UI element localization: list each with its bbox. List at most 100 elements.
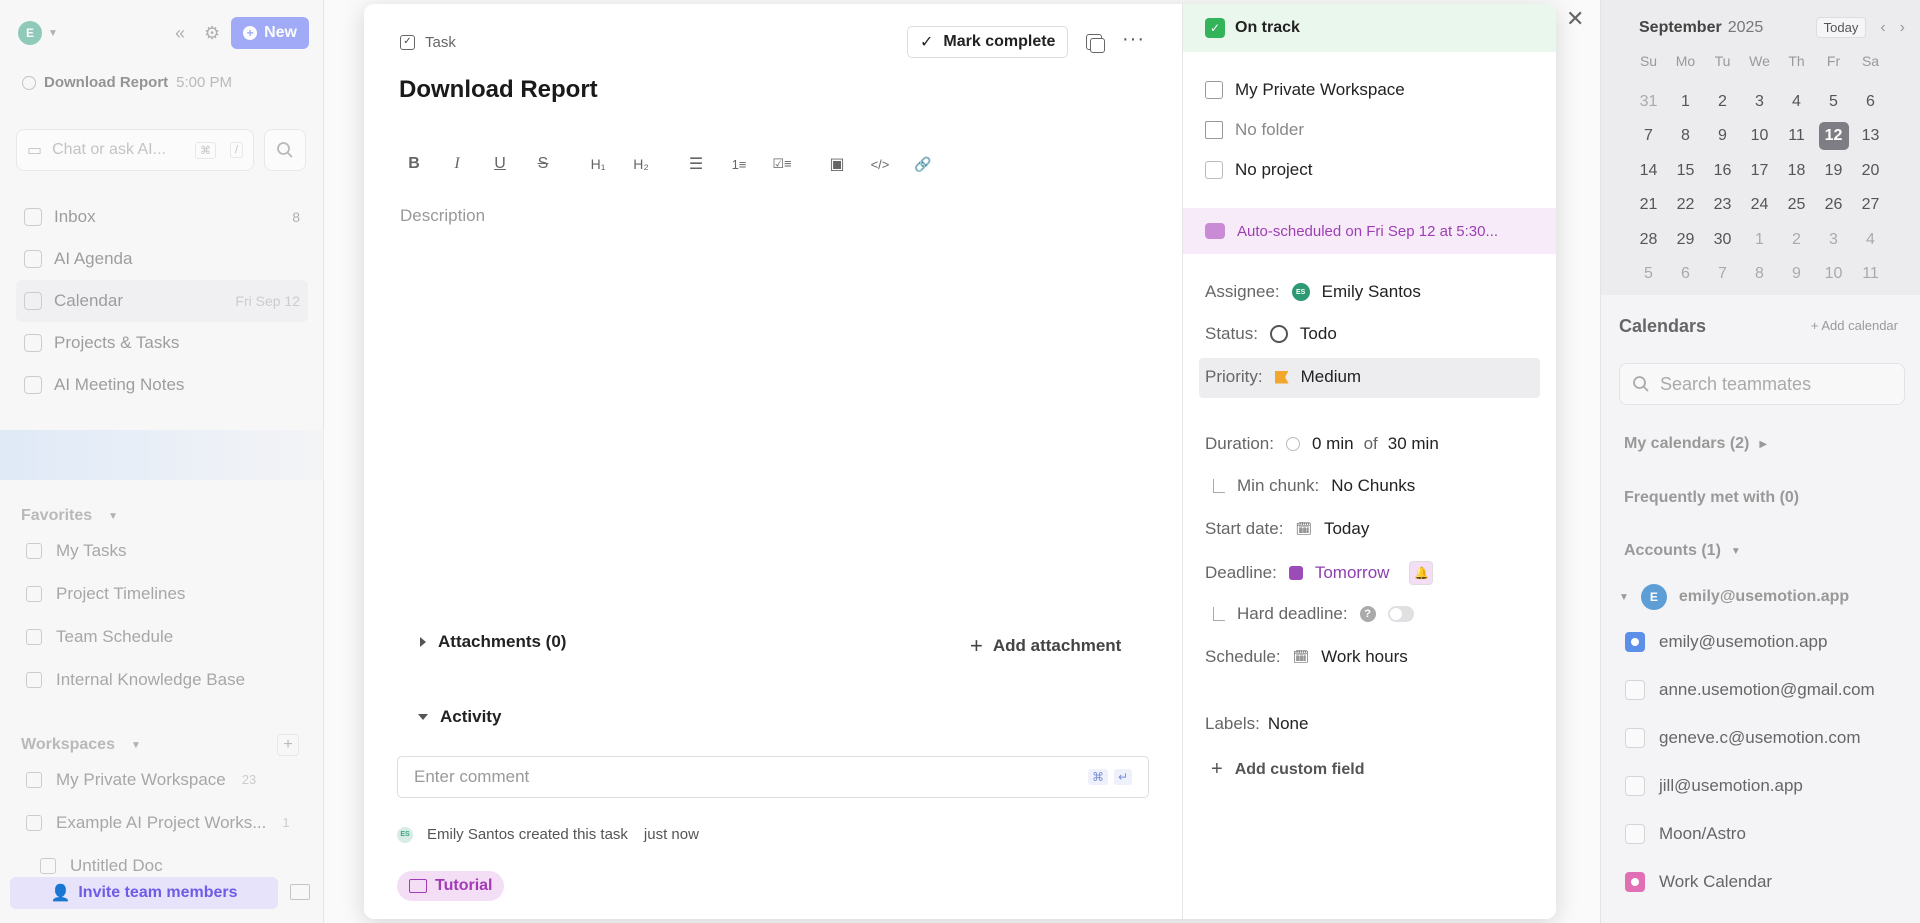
calendar-checkbox[interactable] xyxy=(1625,824,1645,844)
collapse-sidebar-icon[interactable]: « xyxy=(167,20,193,46)
status-field[interactable]: Status: Todo xyxy=(1205,324,1337,344)
book-icon[interactable] xyxy=(290,884,310,900)
checklist-icon[interactable]: ☑≡ xyxy=(770,152,794,176)
calendar-day[interactable]: 18 xyxy=(1778,154,1815,189)
calendar-day[interactable]: 3 xyxy=(1741,85,1778,120)
calendar-day[interactable]: 25 xyxy=(1778,188,1815,223)
calendar-item[interactable]: Moon/Astro xyxy=(1625,810,1915,858)
favorite-item[interactable]: Project Timelines xyxy=(26,572,306,615)
calendar-day[interactable]: 30 xyxy=(1704,223,1741,258)
calendar-checkbox[interactable] xyxy=(1625,872,1645,892)
calendar-day[interactable]: 31 xyxy=(1630,85,1667,120)
favorite-item[interactable]: My Tasks xyxy=(26,529,306,572)
add-calendar-button[interactable]: + Add calendar xyxy=(1811,318,1898,333)
today-button[interactable]: Today xyxy=(1815,17,1867,38)
attachments-toggle[interactable]: Attachments (0) xyxy=(420,632,566,652)
chevron-down-icon[interactable]: ▼ xyxy=(48,28,58,39)
gear-icon[interactable]: ⚙ xyxy=(199,20,225,46)
calendar-day[interactable]: 10 xyxy=(1815,257,1852,292)
calendar-day[interactable]: 24 xyxy=(1741,188,1778,223)
calendar-day[interactable]: 2 xyxy=(1704,85,1741,120)
calendar-day[interactable]: 22 xyxy=(1667,188,1704,223)
calendar-day[interactable]: 12 xyxy=(1815,119,1852,154)
duplicate-icon[interactable] xyxy=(1086,34,1105,53)
calendar-checkbox[interactable] xyxy=(1625,728,1645,748)
comment-input[interactable]: Enter comment ⌘ ↵ xyxy=(397,756,1149,798)
calendar-day[interactable]: 11 xyxy=(1852,257,1889,292)
calendar-day[interactable]: 20 xyxy=(1852,154,1889,189)
calendar-day[interactable]: 1 xyxy=(1741,223,1778,258)
nav-item-ai-meeting-notes[interactable]: AI Meeting Notes xyxy=(16,364,308,406)
calendar-day[interactable]: 5 xyxy=(1815,85,1852,120)
calendar-checkbox[interactable] xyxy=(1625,680,1645,700)
calendar-day[interactable]: 11 xyxy=(1778,119,1815,154)
calendar-day[interactable]: 8 xyxy=(1741,257,1778,292)
calendar-day[interactable]: 7 xyxy=(1630,119,1667,154)
calendar-checkbox[interactable] xyxy=(1625,632,1645,652)
heading1-icon[interactable]: H₁ xyxy=(586,152,610,176)
project-select[interactable]: No project xyxy=(1205,160,1312,180)
invite-team-button[interactable]: 👤 Invite team members xyxy=(10,877,278,909)
close-icon[interactable]: ✕ xyxy=(1566,6,1584,32)
chat-input[interactable]: ▭ Chat or ask AI... ⌘ / xyxy=(16,129,254,171)
min-chunk-field[interactable]: Min chunk: No Chunks xyxy=(1209,476,1415,496)
calendar-item[interactable]: Work Calendar xyxy=(1625,858,1915,906)
deadline-field[interactable]: Deadline: Tomorrow 🔔 xyxy=(1205,561,1434,585)
calendar-day[interactable]: 29 xyxy=(1667,223,1704,258)
schedule-field[interactable]: Schedule: 🗓 Work hours xyxy=(1205,647,1408,667)
chevron-right-icon[interactable]: › xyxy=(1900,19,1905,37)
bold-icon[interactable]: B xyxy=(402,152,426,176)
new-button[interactable]: + New xyxy=(231,17,309,49)
calendar-day[interactable]: 21 xyxy=(1630,188,1667,223)
calendar-day[interactable]: 8 xyxy=(1667,119,1704,154)
link-icon[interactable]: 🔗 xyxy=(911,152,935,176)
calendar-day[interactable]: 2 xyxy=(1778,223,1815,258)
add-custom-field-button[interactable]: + Add custom field xyxy=(1211,758,1364,781)
tutorial-tag[interactable]: Tutorial xyxy=(397,871,505,901)
numbered-list-icon[interactable]: 1≡ xyxy=(727,152,751,176)
image-icon[interactable]: ▣ xyxy=(825,152,849,176)
add-workspace-button[interactable]: + xyxy=(277,734,299,756)
italic-icon[interactable]: I xyxy=(445,152,469,176)
strikethrough-icon[interactable]: S xyxy=(531,152,555,176)
favorites-header[interactable]: Favorites ▼ xyxy=(21,507,118,525)
nav-item-ai-agenda[interactable]: AI Agenda xyxy=(16,238,308,280)
workspace-select[interactable]: My Private Workspace xyxy=(1205,80,1405,100)
priority-field[interactable]: Priority: Medium xyxy=(1205,367,1361,387)
favorite-item[interactable]: Internal Knowledge Base xyxy=(26,658,306,701)
calendar-day[interactable]: 4 xyxy=(1852,223,1889,258)
heading2-icon[interactable]: H₂ xyxy=(629,152,653,176)
calendar-day[interactable]: 6 xyxy=(1852,85,1889,120)
search-button[interactable] xyxy=(264,129,306,171)
accounts-toggle[interactable]: Accounts (1) ▼ xyxy=(1624,542,1741,560)
calendar-item[interactable]: emily@usemotion.app xyxy=(1625,618,1915,666)
calendar-day[interactable]: 1 xyxy=(1667,85,1704,120)
calendar-day[interactable]: 6 xyxy=(1667,257,1704,292)
nav-item-projects-tasks[interactable]: Projects & Tasks xyxy=(16,322,308,364)
nav-item-inbox[interactable]: Inbox 8 xyxy=(16,196,308,238)
calendar-day[interactable]: 27 xyxy=(1852,188,1889,223)
calendar-day[interactable]: 13 xyxy=(1852,119,1889,154)
enter-icon[interactable]: ↵ xyxy=(1113,769,1132,785)
calendar-day[interactable]: 9 xyxy=(1704,119,1741,154)
frequently-met-toggle[interactable]: Frequently met with (0) xyxy=(1624,489,1799,507)
bullet-list-icon[interactable]: ☰ xyxy=(684,152,708,176)
workspace-item[interactable]: My Private Workspace 23 xyxy=(26,758,306,801)
calendar-day[interactable]: 7 xyxy=(1704,257,1741,292)
calendar-day[interactable]: 14 xyxy=(1630,154,1667,189)
calendar-day[interactable]: 9 xyxy=(1778,257,1815,292)
start-date-field[interactable]: Start date: 🗓 Today xyxy=(1205,519,1369,539)
code-icon[interactable]: </> xyxy=(868,152,892,176)
calendar-day[interactable]: 23 xyxy=(1704,188,1741,223)
calendar-day[interactable]: 19 xyxy=(1815,154,1852,189)
help-icon[interactable]: ? xyxy=(1359,606,1376,622)
calendar-day[interactable]: 28 xyxy=(1630,223,1667,258)
calendar-item[interactable]: anne.usemotion@gmail.com xyxy=(1625,666,1915,714)
calendar-day[interactable]: 5 xyxy=(1630,257,1667,292)
account-row[interactable]: ▼ E emily@usemotion.app xyxy=(1619,584,1849,610)
activity-toggle[interactable]: Activity xyxy=(418,707,501,727)
mark-complete-button[interactable]: ✓ Mark complete xyxy=(907,26,1069,58)
add-attachment-button[interactable]: + Add attachment xyxy=(970,633,1121,659)
underline-icon[interactable]: U xyxy=(488,152,512,176)
calendar-item[interactable]: jill@usemotion.app xyxy=(1625,762,1915,810)
